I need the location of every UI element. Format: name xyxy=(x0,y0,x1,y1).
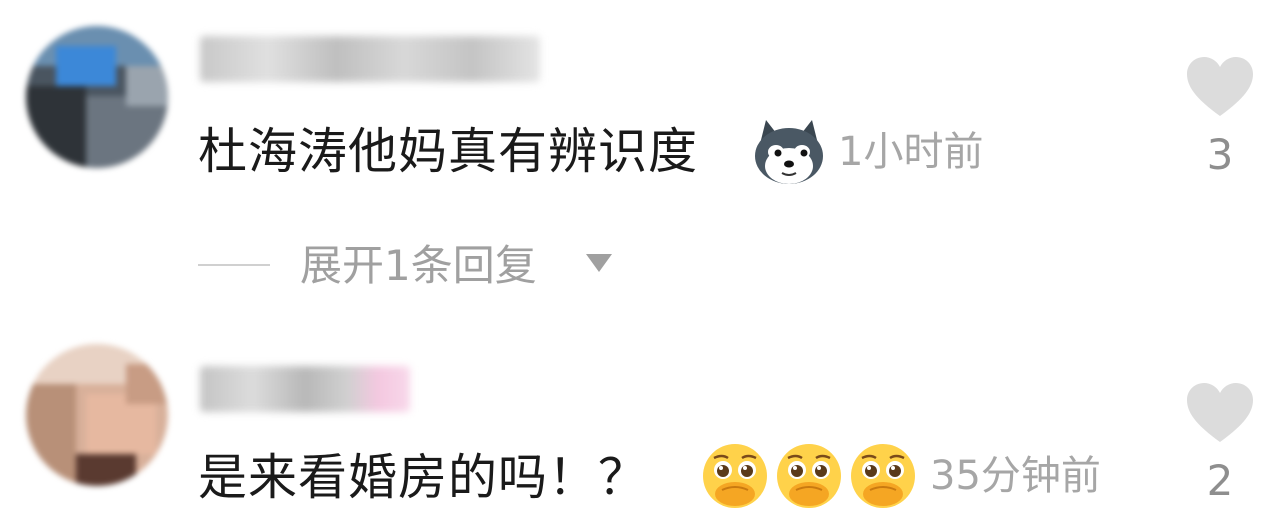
expand-replies-label: 展开1条回复 xyxy=(300,241,537,290)
comment-time: 1小时前 xyxy=(838,129,984,175)
heart-icon xyxy=(1187,57,1253,116)
expand-replies-button[interactable]: 展开1条回复 xyxy=(300,238,620,294)
pleading-face-covering-mouth-emoji xyxy=(774,442,844,514)
username[interactable] xyxy=(200,366,410,412)
comment-text: 是来看婚房的吗！？ xyxy=(198,449,649,506)
avatar[interactable] xyxy=(26,344,168,486)
username[interactable] xyxy=(200,36,540,82)
comment-item: 是来看婚房的吗！？ 35分钟前 2 xyxy=(0,320,1268,528)
avatar[interactable] xyxy=(26,26,168,168)
comment-text: 杜海涛他妈真有辨识度 xyxy=(198,123,699,180)
pleading-face-covering-mouth-emoji xyxy=(700,442,770,514)
heart-icon xyxy=(1187,383,1253,442)
like-count: 3 xyxy=(1206,130,1234,179)
like-button[interactable] xyxy=(1184,56,1256,122)
comment-item: 杜海涛他妈真有辨识度 1小时前 3 展开1条回复 xyxy=(0,0,1268,320)
husky-dog-emoji xyxy=(752,118,826,190)
caret-down-icon xyxy=(584,252,614,280)
like-button[interactable] xyxy=(1184,382,1256,448)
like-count: 2 xyxy=(1206,456,1234,505)
pleading-face-covering-mouth-emoji xyxy=(848,442,918,514)
reply-divider xyxy=(198,264,270,266)
comment-time: 35分钟前 xyxy=(930,453,1101,499)
